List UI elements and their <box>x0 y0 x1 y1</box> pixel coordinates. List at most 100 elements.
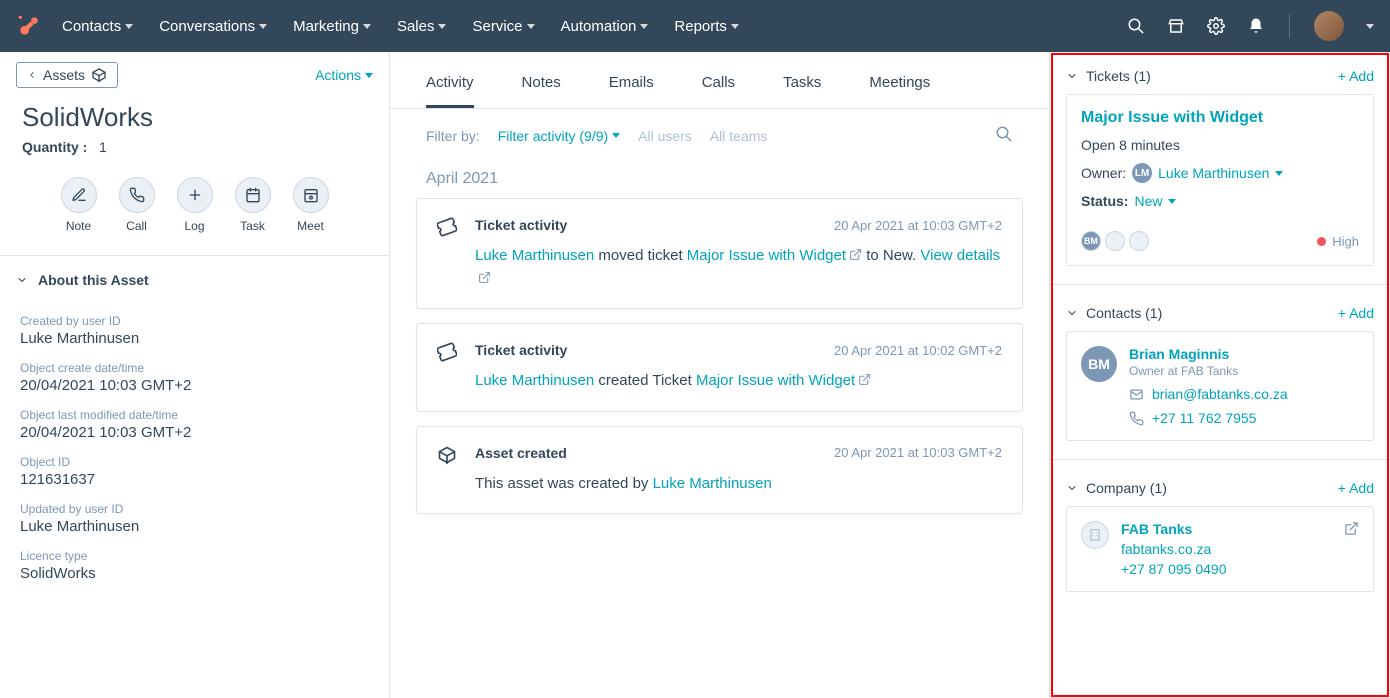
company-section-toggle[interactable]: Company (1) + Add <box>1066 474 1374 506</box>
contacts-section-toggle[interactable]: Contacts (1) + Add <box>1066 299 1374 331</box>
caret-down-icon <box>363 24 371 29</box>
property-label: Object create date/time <box>20 361 369 375</box>
nav-item-service[interactable]: Service <box>472 18 534 35</box>
nav-item-marketing[interactable]: Marketing <box>293 18 371 35</box>
company-icon <box>1081 521 1109 549</box>
nav-separator <box>1289 14 1290 38</box>
log-icon <box>177 177 213 213</box>
nav-item-contacts[interactable]: Contacts <box>62 18 133 35</box>
ticket-status-value[interactable]: New <box>1134 193 1162 209</box>
filter-activity-dropdown[interactable]: Filter activity (9/9) <box>498 128 620 144</box>
tab-activity[interactable]: Activity <box>426 74 474 108</box>
ticket-icon <box>437 217 459 239</box>
company-domain-link[interactable]: fabtanks.co.za <box>1121 541 1332 557</box>
contact-name-link[interactable]: Brian Maginnis <box>1129 346 1359 362</box>
activity-link[interactable]: View details <box>920 247 1000 264</box>
account-menu-caret-icon[interactable] <box>1366 24 1374 29</box>
tickets-section-toggle[interactable]: Tickets (1) + Add <box>1066 62 1374 94</box>
asset-title: SolidWorks <box>0 98 389 139</box>
activity-link[interactable]: Major Issue with Widget <box>696 372 855 389</box>
company-name-link[interactable]: FAB Tanks <box>1121 521 1332 537</box>
log-button[interactable]: Log <box>177 177 213 233</box>
meet-icon <box>293 177 329 213</box>
user-avatar[interactable] <box>1314 11 1344 41</box>
nav-item-conversations[interactable]: Conversations <box>159 18 267 35</box>
filter-all-users[interactable]: All users <box>638 128 692 144</box>
property-row: Licence typeSolidWorks <box>20 549 369 582</box>
contacts-heading: Contacts (1) <box>1086 305 1162 321</box>
activity-title: Ticket activity <box>475 217 567 233</box>
chevron-down-icon <box>16 274 28 286</box>
filter-all-teams[interactable]: All teams <box>710 128 768 144</box>
call-button[interactable]: Call <box>119 177 155 233</box>
associated-avatars[interactable]: BM <box>1081 231 1149 251</box>
about-section-toggle[interactable]: About this Asset <box>0 256 389 296</box>
back-to-assets-button[interactable]: Assets <box>16 62 118 88</box>
task-button[interactable]: Task <box>235 177 271 233</box>
activity-description: Luke Marthinusen moved ticket Major Issu… <box>475 245 1002 290</box>
back-label: Assets <box>43 67 85 83</box>
open-company-icon[interactable] <box>1344 521 1359 539</box>
ticket-card[interactable]: Major Issue with Widget Open 8 minutes O… <box>1066 94 1374 266</box>
add-company-button[interactable]: + Add <box>1338 480 1374 496</box>
company-card[interactable]: FAB Tanks fabtanks.co.za +27 87 095 0490 <box>1066 506 1374 592</box>
chevron-down-icon <box>1066 482 1078 494</box>
property-row: Created by user IDLuke Marthinusen <box>20 314 369 347</box>
actions-dropdown[interactable]: Actions <box>315 67 373 83</box>
company-phone-link[interactable]: +27 87 095 0490 <box>1121 561 1332 577</box>
activity-search-icon[interactable] <box>995 125 1013 146</box>
activity-title: Asset created <box>475 445 567 461</box>
property-label: Updated by user ID <box>20 502 369 516</box>
property-value: Luke Marthinusen <box>20 518 369 535</box>
contact-role: Owner at FAB Tanks <box>1129 364 1359 378</box>
contact-phone-link[interactable]: +27 11 762 7955 <box>1152 410 1256 426</box>
caret-down-icon <box>612 133 620 138</box>
task-icon <box>235 177 271 213</box>
contact-avatar: BM <box>1081 346 1117 382</box>
add-contact-button[interactable]: + Add <box>1338 305 1374 321</box>
ticket-open-duration: Open 8 minutes <box>1081 137 1359 153</box>
external-link-icon <box>478 271 491 284</box>
activity-link[interactable]: Luke Marthinusen <box>475 247 594 264</box>
tab-emails[interactable]: Emails <box>609 74 654 108</box>
left-panel: Assets Actions SolidWorks Quantity : 1 N… <box>0 52 390 698</box>
meet-button[interactable]: Meet <box>293 177 329 233</box>
contact-email-link[interactable]: brian@fabtanks.co.za <box>1152 386 1288 402</box>
activity-link[interactable]: Luke Marthinusen <box>653 475 772 492</box>
placeholder-avatar <box>1105 231 1125 251</box>
tab-meetings[interactable]: Meetings <box>869 74 930 108</box>
caret-down-icon <box>259 24 267 29</box>
ticket-owner-link[interactable]: Luke Marthinusen <box>1158 165 1269 181</box>
property-value: 20/04/2021 10:03 GMT+2 <box>20 377 369 394</box>
chevron-down-icon <box>1066 307 1078 319</box>
activity-month-header: April 2021 <box>390 162 1049 198</box>
settings-icon[interactable] <box>1207 17 1225 35</box>
caret-down-icon[interactable] <box>1168 199 1176 204</box>
nav-item-automation[interactable]: Automation <box>561 18 649 35</box>
tab-notes[interactable]: Notes <box>522 74 561 108</box>
caret-down-icon[interactable] <box>1275 171 1283 176</box>
chevron-down-icon <box>1066 70 1078 82</box>
nav-item-sales[interactable]: Sales <box>397 18 447 35</box>
activity-panel: Activity Notes Emails Calls Tasks Meetings Fi… <box>390 52 1050 698</box>
ticket-title-link[interactable]: Major Issue with Widget <box>1081 109 1359 127</box>
tab-tasks[interactable]: Tasks <box>783 74 821 108</box>
activity-link[interactable]: Luke Marthinusen <box>475 372 594 389</box>
search-icon[interactable] <box>1127 17 1145 35</box>
contact-card[interactable]: BM Brian Maginnis Owner at FAB Tanks bri… <box>1066 331 1374 441</box>
property-label: Licence type <box>20 549 369 563</box>
external-link-icon <box>849 248 862 261</box>
quantity-value: 1 <box>99 139 107 155</box>
notifications-icon[interactable] <box>1247 17 1265 35</box>
property-row: Updated by user ID Luke Marthinusen <box>20 502 369 535</box>
hubspot-logo-icon[interactable] <box>16 13 42 39</box>
marketplace-icon[interactable] <box>1167 17 1185 35</box>
add-ticket-button[interactable]: + Add <box>1338 68 1374 84</box>
note-button[interactable]: Note <box>61 177 97 233</box>
nav-item-reports[interactable]: Reports <box>674 18 739 35</box>
tab-calls[interactable]: Calls <box>702 74 735 108</box>
caret-down-icon <box>640 24 648 29</box>
ticket-owner-label: Owner: <box>1081 165 1126 181</box>
property-label: Object ID <box>20 455 369 469</box>
activity-link[interactable]: Major Issue with Widget <box>687 247 846 264</box>
